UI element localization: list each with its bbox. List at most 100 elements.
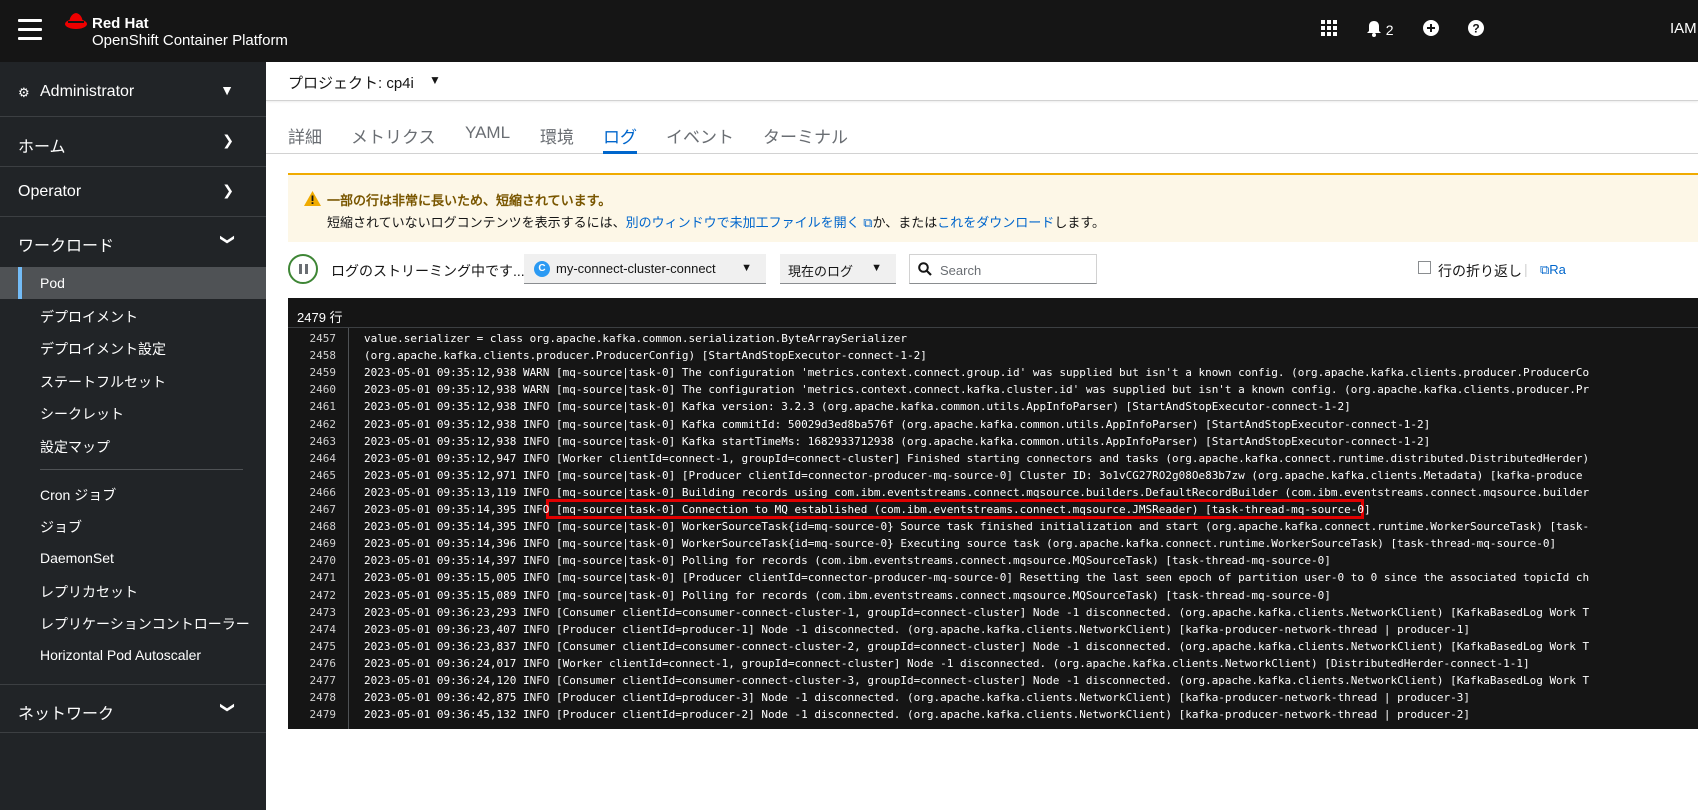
log-search[interactable]	[909, 254, 1097, 284]
tab-environment[interactable]: 環境	[540, 123, 574, 154]
brand-company: Red Hat	[92, 15, 149, 32]
log-line: 2461 2023-05-01 09:35:12,938 INFO [mq-sou…	[288, 398, 1698, 415]
alert-title: 一部の行は非常に長いため、短縮されています。	[327, 193, 612, 208]
log-body[interactable]: 2457 value.serializer = class org.apache.…	[288, 328, 1698, 729]
external-link-icon: ⧉	[859, 215, 873, 230]
log-line: 2462 2023-05-01 09:35:12,938 INFO [mq-sou…	[288, 416, 1698, 433]
hamburger-icon[interactable]	[18, 19, 42, 41]
log-line-text: 2023-05-01 09:35:12,938 WARN [mq-source|…	[364, 366, 1590, 380]
nav-section-label: ネットワーク	[18, 706, 115, 723]
log-line-number: 2460	[309, 383, 337, 397]
log-line-text: 2023-05-01 09:35:13,119 INFO [mq-source|…	[364, 485, 1590, 499]
nav-item-daemonsets[interactable]: DaemonSet	[0, 542, 266, 574]
line-count: 2479 行	[297, 310, 343, 325]
brand-product: OpenShift Container Platform	[92, 32, 288, 49]
log-line-number: 2463	[309, 434, 337, 448]
tab-details[interactable]: 詳細	[288, 123, 322, 154]
wrap-lines-checkbox[interactable]	[1418, 261, 1431, 274]
nav-item-configmaps[interactable]: 設定マップ	[0, 429, 266, 461]
caret-down-icon: ▼	[871, 262, 882, 274]
truncation-alert: 一部の行は非常に長いため、短縮されています。 短縮されていないログコンテンツを表…	[288, 173, 1698, 242]
pause-button[interactable]	[288, 254, 318, 284]
tab-logs[interactable]: ログ	[603, 123, 637, 154]
redhat-logo	[65, 13, 87, 29]
caret-down-icon: ▼	[220, 82, 234, 98]
nav-item-cronjobs[interactable]: Cron ジョブ	[0, 477, 266, 509]
notification-count: 2	[1385, 22, 1394, 38]
log-line-text: 2023-05-01 09:35:15,005 INFO [mq-source|…	[364, 571, 1590, 585]
log-line: 2475 2023-05-01 09:36:23,837 INFO [Consum…	[288, 638, 1698, 655]
perspective-label: Administrator	[40, 83, 135, 100]
log-line: 2465 2023-05-01 09:35:12,971 INFO [mq-sou…	[288, 467, 1698, 484]
log-line-number: 2470	[309, 554, 337, 568]
container-name: my-connect-cluster-connect	[556, 261, 716, 276]
log-toolbar: ログのストリーミング中です... C my-connect-cluster-co…	[288, 252, 1698, 288]
log-line: 2471 2023-05-01 09:35:15,005 INFO [mq-sou…	[288, 569, 1698, 586]
tab-terminal[interactable]: ターミナル	[763, 123, 848, 154]
nav-section-network[interactable]: ネットワーク ❯	[0, 684, 266, 733]
user-menu[interactable]: IAM	[1670, 20, 1697, 37]
nav-item-replicasets[interactable]: レプリカセット	[0, 574, 266, 606]
warning-icon	[304, 191, 321, 206]
log-line: 2464 2023-05-01 09:35:12,947 INFO [Worker…	[288, 450, 1698, 467]
wrap-lines-label[interactable]: 行の折り返し	[1438, 261, 1522, 281]
log-line: 2478 2023-05-01 09:36:42,875 INFO [Produc…	[288, 689, 1698, 706]
nav-section-operator[interactable]: Operator ❯	[0, 168, 266, 217]
log-line-text: 2023-05-01 09:35:12,938 WARN [mq-source|…	[364, 383, 1590, 397]
grid-icon[interactable]	[1321, 20, 1337, 40]
log-line: 2476 2023-05-01 09:36:24,017 INFO [Worker…	[288, 655, 1698, 672]
nav-item-label: ジョブ	[40, 519, 82, 535]
nav-section-workloads[interactable]: ワークロード ❯	[0, 217, 266, 266]
log-line-text: 2023-05-01 09:35:12,947 INFO [Worker cli…	[364, 451, 1590, 465]
log-line: 2458 (org.apache.kafka.clients.producer.P…	[288, 347, 1698, 364]
open-raw-link[interactable]: 別のウィンドウで未加工ファイルを開く ⧉	[626, 215, 873, 230]
container-select[interactable]: C my-connect-cluster-connect ▼	[524, 254, 766, 284]
nav-item-statefulsets[interactable]: ステートフルセット	[0, 364, 266, 396]
nav-item-deployment-configs[interactable]: デプロイメント設定	[0, 331, 266, 363]
log-line-text: 2023-05-01 09:35:12,938 INFO [mq-source|…	[364, 434, 1431, 448]
download-link[interactable]: これをダウンロード	[937, 215, 1054, 230]
log-line-text: 2023-05-01 09:36:24,017 INFO [Worker cli…	[364, 656, 1530, 670]
alert-text: か、または	[872, 215, 938, 230]
nav-item-pod[interactable]: Pod	[0, 267, 266, 299]
log-line-number: 2478	[309, 691, 337, 705]
window-icon: ⧉	[1540, 262, 1550, 277]
raw-link[interactable]: ⧉Ra	[1540, 262, 1566, 278]
log-line-text: 2023-05-01 09:35:14,395 INFO [mq-source|…	[364, 503, 1371, 516]
log-line-text: 2023-05-01 09:35:12,938 INFO [mq-source|…	[364, 417, 1431, 431]
log-line-number: 2469	[309, 537, 337, 551]
caret-down-icon[interactable]: ▼	[429, 73, 441, 87]
log-line: 2468 2023-05-01 09:35:14,395 INFO [mq-sou…	[288, 518, 1698, 535]
log-window: 2479 行 2457 value.serializer = class org.…	[288, 298, 1698, 729]
tab-yaml[interactable]: YAML	[465, 123, 510, 154]
tab-events[interactable]: イベント	[666, 123, 734, 154]
log-line-number: 2461	[309, 400, 337, 414]
nav-item-hpa[interactable]: Horizontal Pod Autoscaler	[0, 639, 266, 671]
log-line-text: 2023-05-01 09:35:12,971 INFO [mq-source|…	[364, 468, 1583, 482]
log-line: 2460 2023-05-01 09:35:12,938 WARN [mq-sou…	[288, 381, 1698, 398]
tab-metrics[interactable]: メトリクス	[351, 123, 436, 154]
log-line-text: 2023-05-01 09:36:23,407 INFO [Producer c…	[364, 622, 1470, 636]
question-icon[interactable]: ?	[1468, 20, 1484, 40]
log-line: 2459 2023-05-01 09:35:12,938 WARN [mq-sou…	[288, 364, 1698, 381]
notifications-button[interactable]: 2	[1367, 20, 1394, 40]
log-line-text: 2023-05-01 09:35:14,397 INFO [mq-source|…	[364, 554, 1331, 568]
search-input[interactable]	[940, 260, 1090, 280]
nav-item-replication-controllers[interactable]: レプリケーションコントローラー	[0, 606, 266, 638]
log-header: 2479 行	[288, 298, 1698, 328]
plus-circle-icon[interactable]	[1423, 20, 1439, 40]
log-line: 2479 2023-05-01 09:36:45,132 INFO [Produc…	[288, 706, 1698, 723]
open-raw-link-label: 別のウィンドウで未加工ファイルを開く	[625, 215, 860, 230]
project-selector[interactable]: プロジェクト: cp4i	[288, 72, 414, 93]
nav-section-home[interactable]: ホーム ❯	[0, 118, 266, 167]
log-line-text: 2023-05-01 09:35:12,938 INFO [mq-source|…	[364, 400, 1351, 414]
log-type-select[interactable]: 現在のログ ▼	[780, 254, 896, 284]
streaming-status: ログのストリーミング中です...	[331, 263, 525, 279]
nav-divider	[40, 469, 243, 470]
nav-item-jobs[interactable]: ジョブ	[0, 509, 266, 541]
nav-item-label: DaemonSet	[40, 550, 114, 566]
perspective-switcher[interactable]: ⚙ Administrator ▼	[0, 68, 266, 117]
nav-item-deployments[interactable]: デプロイメント	[0, 299, 266, 331]
nav-item-secrets[interactable]: シークレット	[0, 396, 266, 428]
pause-icon	[305, 264, 308, 274]
